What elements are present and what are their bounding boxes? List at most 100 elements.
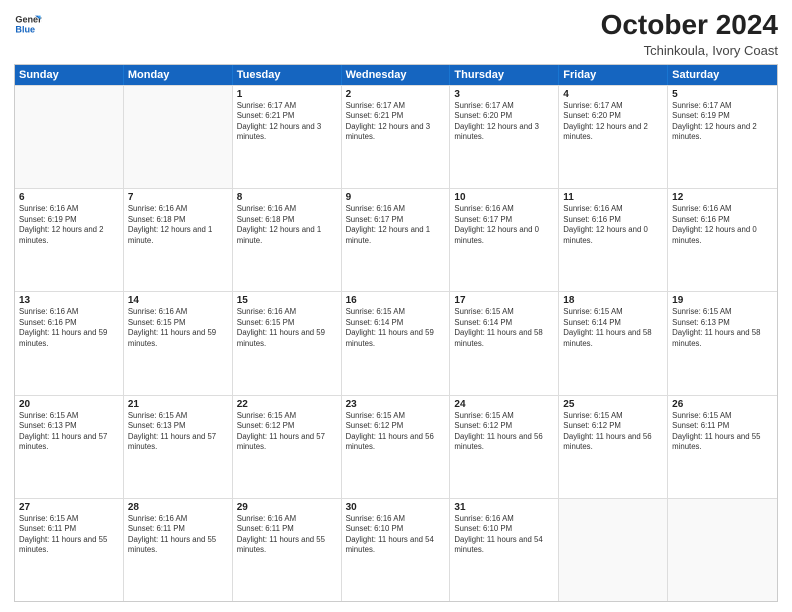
cell-date-number: 21 xyxy=(128,399,228,410)
cell-date-number: 26 xyxy=(672,399,773,410)
cell-date-number: 4 xyxy=(563,89,663,100)
cell-date-number: 10 xyxy=(454,192,554,203)
cell-date-number: 16 xyxy=(346,295,446,306)
day-friday: Friday xyxy=(559,65,668,85)
cell-date-number: 27 xyxy=(19,502,119,513)
cell-info-text: Sunrise: 6:16 AM Sunset: 6:19 PM Dayligh… xyxy=(19,204,119,246)
calendar-cell-8: 7Sunrise: 6:16 AM Sunset: 6:18 PM Daylig… xyxy=(124,189,233,291)
calendar-cell-19: 18Sunrise: 6:15 AM Sunset: 6:14 PM Dayli… xyxy=(559,292,668,394)
calendar-cell-4: 3Sunrise: 6:17 AM Sunset: 6:20 PM Daylig… xyxy=(450,86,559,188)
cell-info-text: Sunrise: 6:16 AM Sunset: 6:15 PM Dayligh… xyxy=(237,307,337,349)
calendar-cell-16: 15Sunrise: 6:16 AM Sunset: 6:15 PM Dayli… xyxy=(233,292,342,394)
calendar-cell-25: 24Sunrise: 6:15 AM Sunset: 6:12 PM Dayli… xyxy=(450,396,559,498)
cell-info-text: Sunrise: 6:15 AM Sunset: 6:12 PM Dayligh… xyxy=(454,411,554,453)
day-sunday: Sunday xyxy=(15,65,124,85)
day-saturday: Saturday xyxy=(668,65,777,85)
logo: General Blue xyxy=(14,10,42,38)
calendar-cell-24: 23Sunrise: 6:15 AM Sunset: 6:12 PM Dayli… xyxy=(342,396,451,498)
calendar-cell-18: 17Sunrise: 6:15 AM Sunset: 6:14 PM Dayli… xyxy=(450,292,559,394)
calendar-cell-32: 31Sunrise: 6:16 AM Sunset: 6:10 PM Dayli… xyxy=(450,499,559,601)
cell-date-number: 1 xyxy=(237,89,337,100)
calendar-cell-33 xyxy=(559,499,668,601)
cell-info-text: Sunrise: 6:15 AM Sunset: 6:14 PM Dayligh… xyxy=(346,307,446,349)
header: General Blue October 2024 Tchinkoula, Iv… xyxy=(14,10,778,58)
calendar-row-2: 6Sunrise: 6:16 AM Sunset: 6:19 PM Daylig… xyxy=(15,188,777,291)
calendar-cell-34 xyxy=(668,499,777,601)
cell-info-text: Sunrise: 6:17 AM Sunset: 6:20 PM Dayligh… xyxy=(454,101,554,143)
cell-info-text: Sunrise: 6:16 AM Sunset: 6:16 PM Dayligh… xyxy=(563,204,663,246)
cell-date-number: 8 xyxy=(237,192,337,203)
cell-date-number: 11 xyxy=(563,192,663,203)
calendar-cell-28: 27Sunrise: 6:15 AM Sunset: 6:11 PM Dayli… xyxy=(15,499,124,601)
logo-icon: General Blue xyxy=(14,10,42,38)
calendar-cell-29: 28Sunrise: 6:16 AM Sunset: 6:11 PM Dayli… xyxy=(124,499,233,601)
title-block: October 2024 Tchinkoula, Ivory Coast xyxy=(601,10,778,58)
cell-date-number: 28 xyxy=(128,502,228,513)
cell-date-number: 22 xyxy=(237,399,337,410)
calendar-row-4: 20Sunrise: 6:15 AM Sunset: 6:13 PM Dayli… xyxy=(15,395,777,498)
calendar-cell-0 xyxy=(15,86,124,188)
cell-date-number: 24 xyxy=(454,399,554,410)
cell-date-number: 19 xyxy=(672,295,773,306)
calendar-cell-31: 30Sunrise: 6:16 AM Sunset: 6:10 PM Dayli… xyxy=(342,499,451,601)
cell-info-text: Sunrise: 6:15 AM Sunset: 6:14 PM Dayligh… xyxy=(563,307,663,349)
cell-date-number: 20 xyxy=(19,399,119,410)
cell-info-text: Sunrise: 6:16 AM Sunset: 6:18 PM Dayligh… xyxy=(128,204,228,246)
calendar-cell-7: 6Sunrise: 6:16 AM Sunset: 6:19 PM Daylig… xyxy=(15,189,124,291)
cell-info-text: Sunrise: 6:16 AM Sunset: 6:15 PM Dayligh… xyxy=(128,307,228,349)
cell-date-number: 6 xyxy=(19,192,119,203)
cell-date-number: 14 xyxy=(128,295,228,306)
cell-date-number: 23 xyxy=(346,399,446,410)
calendar-row-5: 27Sunrise: 6:15 AM Sunset: 6:11 PM Dayli… xyxy=(15,498,777,601)
cell-info-text: Sunrise: 6:16 AM Sunset: 6:16 PM Dayligh… xyxy=(19,307,119,349)
cell-date-number: 3 xyxy=(454,89,554,100)
cell-info-text: Sunrise: 6:16 AM Sunset: 6:18 PM Dayligh… xyxy=(237,204,337,246)
cell-info-text: Sunrise: 6:15 AM Sunset: 6:12 PM Dayligh… xyxy=(237,411,337,453)
calendar-cell-22: 21Sunrise: 6:15 AM Sunset: 6:13 PM Dayli… xyxy=(124,396,233,498)
cell-info-text: Sunrise: 6:16 AM Sunset: 6:17 PM Dayligh… xyxy=(454,204,554,246)
calendar-cell-1 xyxy=(124,86,233,188)
calendar-cell-30: 29Sunrise: 6:16 AM Sunset: 6:11 PM Dayli… xyxy=(233,499,342,601)
cell-date-number: 30 xyxy=(346,502,446,513)
subtitle: Tchinkoula, Ivory Coast xyxy=(601,43,778,58)
day-wednesday: Wednesday xyxy=(342,65,451,85)
cell-info-text: Sunrise: 6:15 AM Sunset: 6:13 PM Dayligh… xyxy=(128,411,228,453)
cell-date-number: 2 xyxy=(346,89,446,100)
calendar-cell-12: 11Sunrise: 6:16 AM Sunset: 6:16 PM Dayli… xyxy=(559,189,668,291)
cell-info-text: Sunrise: 6:15 AM Sunset: 6:12 PM Dayligh… xyxy=(563,411,663,453)
cell-date-number: 17 xyxy=(454,295,554,306)
svg-text:Blue: Blue xyxy=(15,24,35,34)
calendar-cell-9: 8Sunrise: 6:16 AM Sunset: 6:18 PM Daylig… xyxy=(233,189,342,291)
cell-info-text: Sunrise: 6:15 AM Sunset: 6:12 PM Dayligh… xyxy=(346,411,446,453)
calendar-cell-20: 19Sunrise: 6:15 AM Sunset: 6:13 PM Dayli… xyxy=(668,292,777,394)
day-monday: Monday xyxy=(124,65,233,85)
calendar-cell-3: 2Sunrise: 6:17 AM Sunset: 6:21 PM Daylig… xyxy=(342,86,451,188)
calendar-cell-23: 22Sunrise: 6:15 AM Sunset: 6:12 PM Dayli… xyxy=(233,396,342,498)
cell-date-number: 13 xyxy=(19,295,119,306)
calendar-cell-26: 25Sunrise: 6:15 AM Sunset: 6:12 PM Dayli… xyxy=(559,396,668,498)
cell-info-text: Sunrise: 6:16 AM Sunset: 6:16 PM Dayligh… xyxy=(672,204,773,246)
cell-date-number: 31 xyxy=(454,502,554,513)
cell-info-text: Sunrise: 6:16 AM Sunset: 6:11 PM Dayligh… xyxy=(237,514,337,556)
cell-date-number: 18 xyxy=(563,295,663,306)
cell-info-text: Sunrise: 6:17 AM Sunset: 6:21 PM Dayligh… xyxy=(346,101,446,143)
calendar-cell-14: 13Sunrise: 6:16 AM Sunset: 6:16 PM Dayli… xyxy=(15,292,124,394)
calendar-cell-6: 5Sunrise: 6:17 AM Sunset: 6:19 PM Daylig… xyxy=(668,86,777,188)
cell-date-number: 12 xyxy=(672,192,773,203)
day-thursday: Thursday xyxy=(450,65,559,85)
calendar-cell-15: 14Sunrise: 6:16 AM Sunset: 6:15 PM Dayli… xyxy=(124,292,233,394)
cell-info-text: Sunrise: 6:16 AM Sunset: 6:11 PM Dayligh… xyxy=(128,514,228,556)
main-title: October 2024 xyxy=(601,10,778,41)
calendar-cell-2: 1Sunrise: 6:17 AM Sunset: 6:21 PM Daylig… xyxy=(233,86,342,188)
page: General Blue October 2024 Tchinkoula, Iv… xyxy=(0,0,792,612)
calendar-header: Sunday Monday Tuesday Wednesday Thursday… xyxy=(15,65,777,85)
cell-date-number: 5 xyxy=(672,89,773,100)
cell-info-text: Sunrise: 6:15 AM Sunset: 6:13 PM Dayligh… xyxy=(19,411,119,453)
cell-info-text: Sunrise: 6:15 AM Sunset: 6:11 PM Dayligh… xyxy=(19,514,119,556)
calendar-row-1: 1 Sunrise: 6:17 AM Sunset: 6:21 PM Daylig… xyxy=(15,85,777,188)
cell-date-number: 29 xyxy=(237,502,337,513)
calendar-row-3: 13Sunrise: 6:16 AM Sunset: 6:16 PM Dayli… xyxy=(15,291,777,394)
cell-info-text: Sunrise: 6:17 AM Sunset: 6:19 PM Dayligh… xyxy=(672,101,773,143)
day-tuesday: Tuesday xyxy=(233,65,342,85)
cell-info-text: Sunrise: 6:16 AM Sunset: 6:17 PM Dayligh… xyxy=(346,204,446,246)
